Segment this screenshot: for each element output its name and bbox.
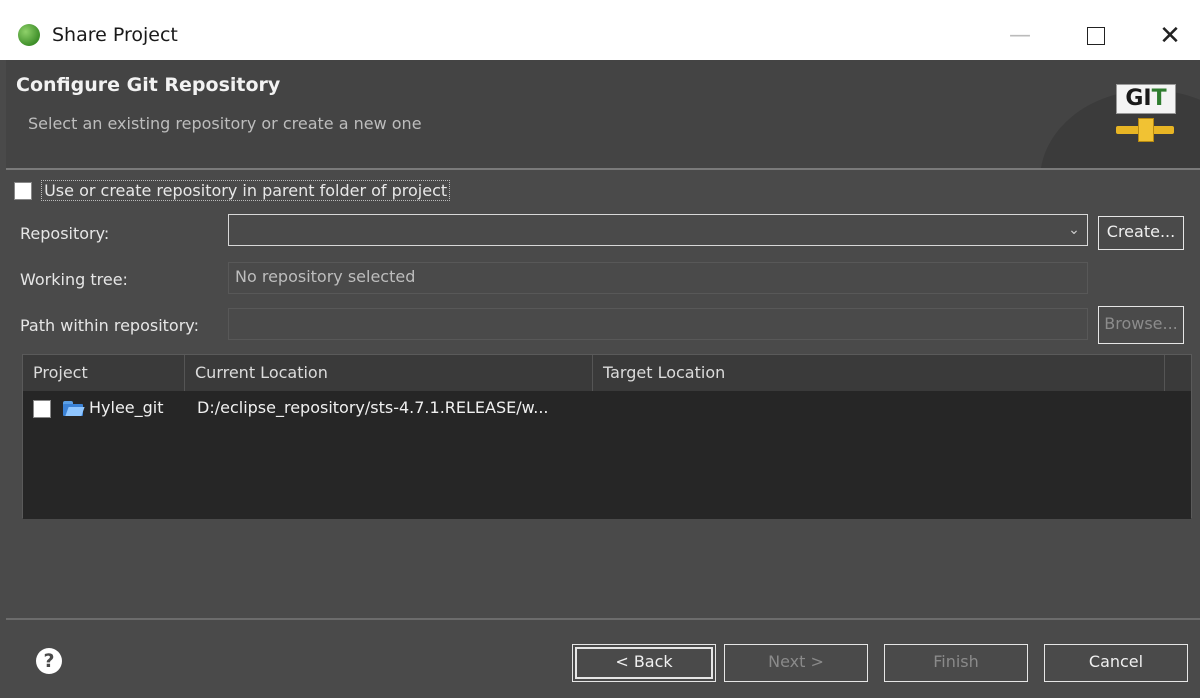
back-button[interactable]: < Back	[572, 644, 716, 682]
row-current-location: D:/eclipse_repository/sts-4.7.1.RELEASE/…	[197, 398, 549, 417]
create-button[interactable]: Create...	[1098, 216, 1184, 250]
repository-label: Repository:	[20, 224, 110, 243]
column-current-location[interactable]: Current Location	[185, 355, 593, 391]
cancel-button[interactable]: Cancel	[1044, 644, 1188, 682]
close-button[interactable]: ✕	[1140, 16, 1200, 56]
finish-button[interactable]: Finish	[884, 644, 1028, 682]
table-body: Hylee_git D:/eclipse_repository/sts-4.7.…	[23, 391, 1191, 519]
spring-leaf-icon	[18, 24, 40, 46]
row-checkbox[interactable]	[33, 400, 51, 418]
wizard-banner: Configure Git Repository Select an exist…	[6, 60, 1200, 170]
page-subtitle: Select an existing repository or create …	[28, 114, 422, 133]
next-button[interactable]: Next >	[724, 644, 868, 682]
row-project-name: Hylee_git	[89, 398, 164, 417]
table-row[interactable]: Hylee_git D:/eclipse_repository/sts-4.7.…	[23, 395, 1191, 423]
maximize-button[interactable]	[1066, 16, 1126, 56]
git-logo-text-right: T	[1151, 86, 1167, 111]
chevron-down-icon[interactable]: ⌄	[1061, 215, 1087, 245]
working-tree-label: Working tree:	[20, 270, 128, 289]
git-logo-plug	[1138, 118, 1154, 142]
column-target-location[interactable]: Target Location	[593, 355, 1165, 391]
path-within-repository-label: Path within repository:	[20, 316, 199, 335]
wizard-footer: ? < Back Next > Finish Cancel	[6, 620, 1200, 698]
project-folder-icon	[63, 401, 85, 416]
maximize-icon	[1087, 27, 1105, 45]
column-project[interactable]: Project	[23, 355, 185, 391]
browse-button[interactable]: Browse...	[1098, 306, 1184, 344]
parent-folder-checkbox-label[interactable]: Use or create repository in parent folde…	[41, 180, 451, 201]
share-project-dialog: Share Project — ✕ Configure Git Reposito…	[0, 0, 1200, 698]
help-icon[interactable]: ?	[36, 648, 62, 674]
minimize-button[interactable]: —	[990, 16, 1050, 56]
parent-folder-checkbox[interactable]	[14, 181, 32, 200]
table-header: Project Current Location Target Location	[23, 355, 1191, 391]
path-within-repository-field[interactable]	[228, 308, 1088, 340]
page-title: Configure Git Repository	[16, 74, 281, 96]
repository-combo[interactable]: ⌄	[228, 214, 1088, 246]
project-table: Project Current Location Target Location…	[22, 354, 1192, 519]
git-logo-text: GIT	[1116, 84, 1176, 114]
parent-folder-option[interactable]: Use or create repository in parent folde…	[14, 180, 451, 202]
git-logo-text-left: GI	[1125, 86, 1152, 111]
title-bar: Share Project — ✕	[0, 0, 1200, 60]
working-tree-field: No repository selected	[228, 262, 1088, 294]
git-logo-icon: GIT	[1112, 82, 1178, 148]
window-title: Share Project	[52, 24, 178, 46]
wizard-content: Use or create repository in parent folde…	[6, 170, 1200, 618]
